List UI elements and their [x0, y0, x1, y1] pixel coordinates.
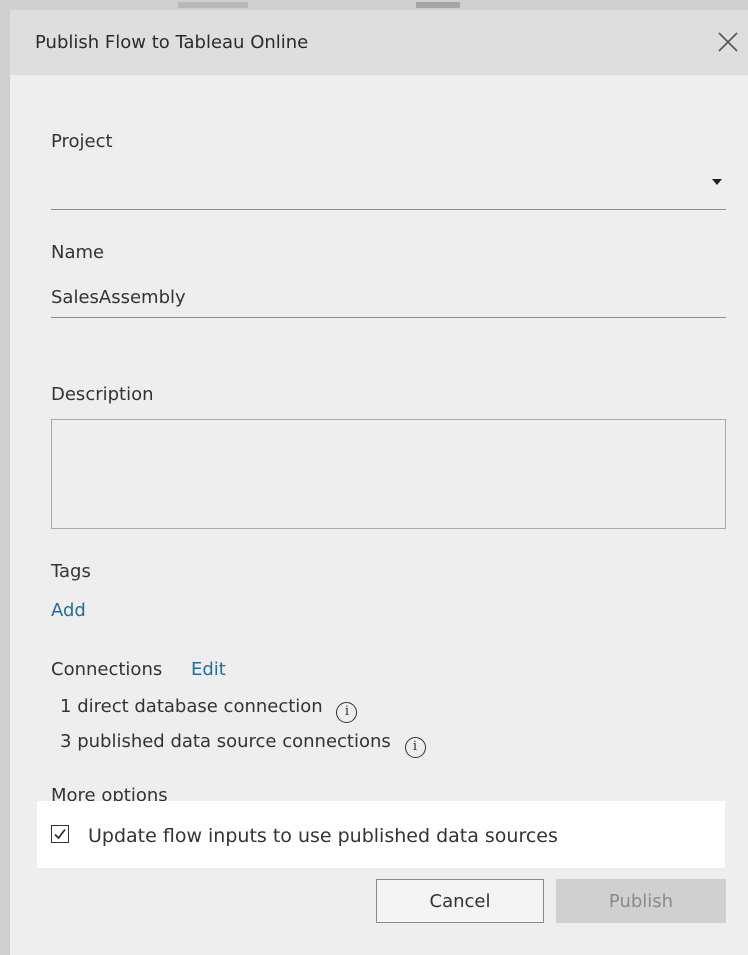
- dialog-header: Publish Flow to Tableau Online: [10, 10, 748, 75]
- background-mark: [416, 2, 460, 8]
- close-button[interactable]: [716, 30, 740, 54]
- connection-text: published data source connections: [77, 731, 391, 752]
- project-label: Project: [51, 131, 113, 152]
- background-mark: [178, 2, 248, 8]
- add-tag-link[interactable]: Add: [51, 600, 86, 621]
- update-inputs-option: Update flow inputs to use published data…: [37, 801, 725, 868]
- background-edge-top: [0, 0, 748, 10]
- close-icon: [718, 32, 738, 52]
- publish-flow-dialog: Publish Flow to Tableau Online Project N…: [10, 10, 748, 955]
- screen: Publish Flow to Tableau Online Project N…: [0, 0, 748, 955]
- background-edge-left: [0, 0, 10, 955]
- description-label: Description: [51, 384, 154, 405]
- edit-connections-link[interactable]: Edit: [191, 659, 226, 680]
- connection-item: 1 direct database connection i: [60, 696, 358, 723]
- connection-text: direct database connection: [77, 696, 323, 717]
- dropdown-caret-icon: [712, 179, 722, 185]
- project-select[interactable]: [51, 160, 726, 210]
- cancel-button[interactable]: Cancel: [376, 879, 544, 923]
- publish-button[interactable]: Publish: [556, 879, 726, 923]
- tags-label: Tags: [51, 561, 91, 582]
- checkmark-icon: [54, 828, 66, 840]
- name-input[interactable]: [51, 278, 726, 318]
- info-icon[interactable]: i: [404, 737, 426, 758]
- name-label: Name: [51, 242, 105, 263]
- connections-label: Connections: [51, 659, 163, 680]
- update-inputs-checkbox[interactable]: [51, 825, 69, 843]
- description-textarea[interactable]: [51, 419, 726, 529]
- dialog-title: Publish Flow to Tableau Online: [35, 32, 309, 53]
- info-icon[interactable]: i: [336, 702, 358, 723]
- connection-item: 3 published data source connections i: [60, 731, 426, 758]
- connection-count: 3: [60, 731, 72, 752]
- connection-count: 1: [60, 696, 72, 717]
- update-inputs-checkbox-label[interactable]: Update flow inputs to use published data…: [88, 825, 558, 847]
